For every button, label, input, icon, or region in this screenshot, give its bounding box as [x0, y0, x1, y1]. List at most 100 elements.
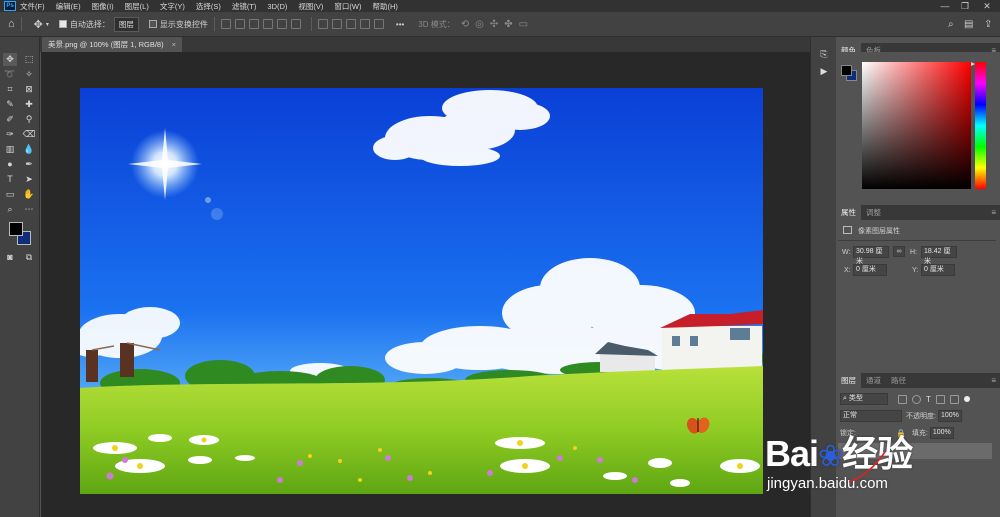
roll-3d-icon[interactable]: ◎	[475, 19, 484, 30]
screen-mode-icon[interactable]: ⧉	[22, 251, 36, 264]
close-tab-icon[interactable]: ×	[172, 40, 176, 49]
menu-help[interactable]: 帮助(H)	[373, 1, 398, 12]
history-panel-icon[interactable]: ⎘	[817, 49, 831, 61]
close-button[interactable]: ✕	[980, 0, 994, 12]
actions-play-icon[interactable]: ▶	[817, 66, 831, 78]
more-tools-icon[interactable]: ⋯	[22, 203, 36, 216]
tab-adjustments[interactable]: 调整	[861, 205, 886, 220]
divider	[310, 17, 312, 31]
scale-3d-icon[interactable]: ▭	[519, 19, 528, 30]
pan-3d-icon[interactable]: ✣	[490, 19, 498, 30]
pen-tool-icon[interactable]: ✒	[22, 158, 36, 171]
menu-view[interactable]: 视图(V)	[298, 1, 323, 12]
path-selection-icon[interactable]: ➤	[22, 173, 36, 186]
dodge-tool-icon[interactable]: ●	[3, 158, 17, 171]
hue-slider-handle[interactable]	[971, 62, 975, 66]
align-center-icon[interactable]	[234, 19, 245, 29]
rectangle-tool-icon[interactable]: ▭	[3, 188, 17, 201]
move-tool-icon[interactable]: ✥	[3, 53, 17, 66]
menu-select[interactable]: 选择(S)	[196, 1, 221, 12]
restore-button[interactable]: ❐	[958, 0, 972, 12]
align-left-icon[interactable]	[220, 19, 231, 29]
chevron-down-icon[interactable]: ▾	[46, 21, 49, 28]
gradient-tool-icon[interactable]: ▥	[3, 143, 17, 156]
foreground-color-swatch[interactable]	[9, 222, 23, 236]
color-picker-field[interactable]	[862, 62, 971, 189]
distribute-left-icon[interactable]	[317, 19, 328, 29]
marquee-tool-icon[interactable]: ⬚	[22, 53, 36, 66]
menu-filter[interactable]: 滤镜(T)	[232, 1, 257, 12]
quick-mask-icon[interactable]: ◙	[3, 251, 17, 264]
distribute-top-icon[interactable]	[359, 19, 370, 29]
align-middle-icon[interactable]	[276, 19, 287, 29]
zoom-tool-icon[interactable]: ⌕	[3, 203, 17, 216]
menu-image[interactable]: 图像(I)	[92, 1, 114, 12]
history-brush-icon[interactable]: ✑	[3, 128, 17, 141]
eyedropper-icon[interactable]: ✎	[3, 98, 17, 111]
x-field[interactable]: 0 厘米	[853, 264, 887, 276]
slide-3d-icon[interactable]: ✤	[504, 19, 512, 30]
brush-tool-icon[interactable]: ✐	[3, 113, 17, 126]
checkbox-checked-icon	[58, 20, 67, 28]
lasso-tool-icon[interactable]: ➰	[3, 68, 17, 81]
filter-smartobject-icon[interactable]	[949, 394, 959, 404]
blur-tool-icon[interactable]: 💧	[22, 143, 36, 156]
healing-brush-icon[interactable]: ✚	[22, 98, 36, 111]
distribute-center-icon[interactable]	[331, 19, 342, 29]
document-tab[interactable]: 美景.png @ 100% (图层 1, RGB/8) ×	[42, 37, 182, 52]
more-options-button[interactable]: •••	[396, 20, 404, 29]
panel-menu-icon[interactable]: ≡	[991, 376, 996, 385]
share-icon[interactable]: ⇪	[984, 19, 992, 30]
minimize-button[interactable]: —	[938, 0, 952, 12]
menu-window[interactable]: 窗口(W)	[334, 1, 361, 12]
align-bottom-icon[interactable]	[290, 19, 301, 29]
menu-layer[interactable]: 图层(L)	[125, 1, 149, 12]
move-tool-icon[interactable]: ✥	[34, 18, 43, 31]
filter-toggle-icon[interactable]	[963, 396, 970, 402]
foreground-swatch[interactable]	[841, 65, 852, 76]
y-field[interactable]: 0 厘米	[921, 264, 955, 276]
filter-adjustment-icon[interactable]	[912, 394, 921, 404]
filter-type-icon[interactable]: T	[926, 395, 931, 404]
x-label: X:	[844, 267, 851, 274]
link-icon[interactable]: ∞	[893, 246, 905, 257]
orbit-3d-icon[interactable]: ⟲	[461, 19, 469, 30]
search-icon[interactable]: ⌕	[948, 19, 954, 30]
menu-3d[interactable]: 3D(D)	[267, 2, 287, 11]
autoselect-checkbox[interactable]: 自动选择：	[58, 19, 110, 30]
document-canvas-image[interactable]	[80, 88, 763, 494]
distribute-middle-icon[interactable]	[373, 19, 384, 29]
distribute-right-icon[interactable]	[345, 19, 356, 29]
height-field[interactable]: 18.42 厘米	[921, 246, 957, 265]
crop-tool-icon[interactable]: ⌗	[3, 83, 17, 96]
layer-filter-dropdown[interactable]: ⌕ 类型	[840, 393, 888, 405]
eraser-icon[interactable]: ⌫	[22, 128, 36, 141]
panel-menu-icon[interactable]: ≡	[991, 208, 996, 217]
clone-stamp-icon[interactable]: ⚲	[22, 113, 36, 126]
tab-layers[interactable]: 图层	[836, 373, 861, 388]
blend-mode-dropdown[interactable]: 正常	[840, 410, 902, 422]
home-icon[interactable]: ⌂	[8, 18, 15, 30]
tab-channels[interactable]: 通道	[861, 373, 886, 388]
align-right-icon[interactable]	[248, 19, 259, 29]
magic-wand-icon[interactable]: ✧	[22, 68, 36, 81]
type-tool-icon[interactable]: T	[3, 173, 17, 186]
menu-type[interactable]: 文字(Y)	[160, 1, 185, 12]
filter-pixel-icon[interactable]	[898, 394, 907, 404]
workspace-icon[interactable]: ▤	[964, 19, 973, 30]
tab-properties[interactable]: 属性	[836, 205, 861, 220]
frame-tool-icon[interactable]: ⊠	[22, 83, 36, 96]
hue-slider[interactable]	[975, 62, 986, 189]
hand-tool-icon[interactable]: ✋	[22, 188, 36, 201]
align-top-icon[interactable]	[262, 19, 273, 29]
width-field[interactable]: 30.98 厘米	[853, 246, 889, 265]
menu-edit[interactable]: 编辑(E)	[56, 1, 81, 12]
transform-controls-checkbox[interactable]: 显示变换控件	[148, 19, 208, 30]
filter-shape-icon[interactable]	[935, 394, 945, 404]
width-label: W:	[842, 249, 851, 256]
pixel-layer-icon	[843, 226, 852, 234]
tab-paths[interactable]: 路径	[886, 373, 911, 388]
autoselect-dropdown[interactable]: 图层	[113, 16, 139, 32]
opacity-field[interactable]: 100%	[937, 410, 962, 422]
menu-file[interactable]: 文件(F)	[20, 1, 45, 12]
